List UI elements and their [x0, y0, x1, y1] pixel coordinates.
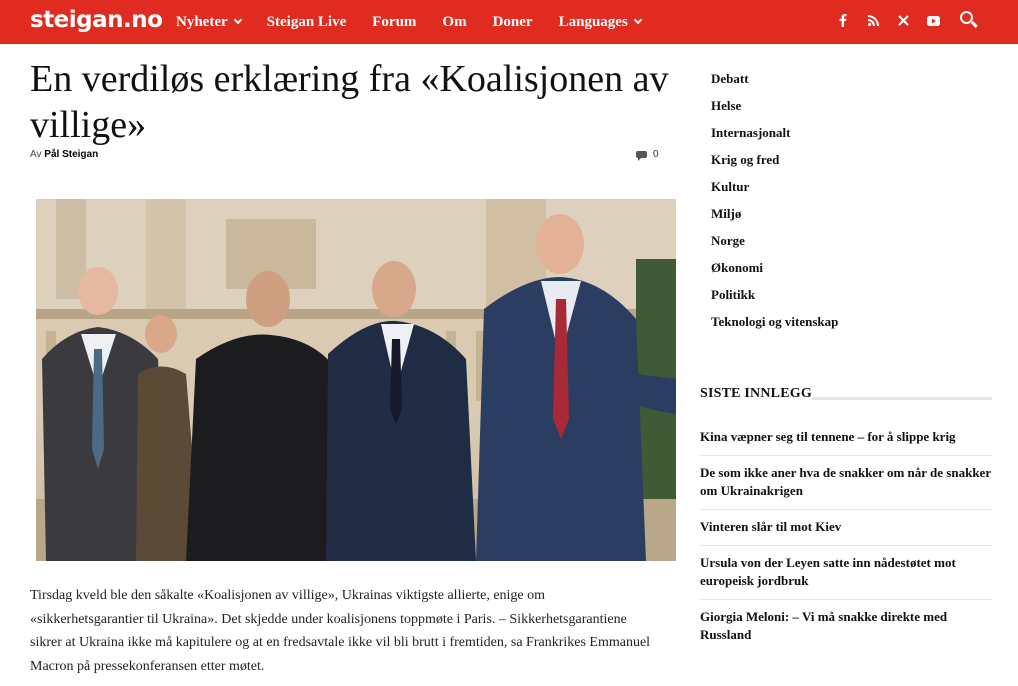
article-title: En verdiløs erklæring fra «Koalisjonen a… — [30, 58, 669, 146]
chevron-down-icon — [233, 15, 242, 25]
recent-posts-list: Kina væpner seg til tennene – for å slip… — [700, 420, 992, 653]
rss-icon[interactable] — [858, 15, 888, 29]
social-links — [828, 0, 948, 44]
site-header: steigan.no Nyheter Steigan Live Forum Om… — [0, 0, 1018, 44]
category-link[interactable]: Kultur — [711, 178, 838, 205]
recent-post-link[interactable]: De som ikke aner hva de snakker om når d… — [700, 456, 992, 510]
main-nav: Nyheter Steigan Live Forum Om Doner Lang… — [176, 0, 667, 44]
category-link[interactable]: Helse — [711, 97, 838, 124]
category-link[interactable]: Krig og fred — [711, 151, 838, 178]
comment-count-value: 0 — [653, 149, 659, 160]
nav-label: Nyheter — [176, 13, 228, 30]
youtube-icon[interactable] — [918, 15, 948, 29]
category-link[interactable]: Internasjonalt — [711, 124, 838, 151]
recent-post-link[interactable]: Giorgia Meloni: – Vi må snakke direkte m… — [700, 600, 992, 653]
nav-item-steigan-live[interactable]: Steigan Live — [267, 14, 347, 31]
recent-post-link[interactable]: Vinteren slår til mot Kiev — [700, 510, 992, 546]
author-link[interactable]: Pål Steigan — [44, 149, 98, 160]
site-logo[interactable]: steigan.no — [30, 7, 163, 33]
nav-label: Forum — [372, 13, 417, 30]
recent-posts-heading: SISTE INNLEGG — [700, 386, 812, 401]
byline: Av Pål Steigan — [30, 149, 98, 160]
comment-icon — [636, 151, 647, 161]
nav-item-nyheter[interactable]: Nyheter — [176, 13, 242, 31]
nav-label: Steigan Live — [266, 13, 347, 30]
category-link[interactable]: Teknologi og vitenskap — [711, 313, 838, 340]
comment-count[interactable]: 0 — [636, 149, 659, 161]
facebook-icon[interactable] — [828, 14, 858, 30]
search-icon[interactable] — [960, 11, 978, 31]
nav-label: Doner — [492, 13, 533, 30]
nav-label: Languages — [558, 13, 628, 30]
nav-item-languages[interactable]: Languages — [558, 13, 643, 31]
category-link[interactable]: Politikk — [711, 286, 838, 313]
recent-post-link[interactable]: Kina væpner seg til tennene – for å slip… — [700, 420, 992, 456]
x-icon[interactable] — [888, 15, 918, 29]
article-body: Tirsdag kveld ble den såkalte «Koalisjon… — [30, 588, 651, 674]
category-link[interactable]: Debatt — [711, 70, 838, 97]
article-photo — [36, 199, 676, 561]
chevron-down-icon — [633, 15, 643, 25]
nav-item-om[interactable]: Om — [442, 14, 466, 31]
nav-label: Om — [442, 13, 467, 30]
category-list: Debatt Helse Internasjonalt Krig og fred… — [711, 70, 838, 340]
nav-item-forum[interactable]: Forum — [372, 14, 416, 31]
category-link[interactable]: Miljø — [711, 205, 838, 232]
category-link[interactable]: Økonomi — [711, 259, 838, 286]
category-link[interactable]: Norge — [711, 232, 838, 259]
recent-post-link[interactable]: Ursula von der Leyen satte inn nådestøte… — [700, 546, 992, 600]
nav-item-doner[interactable]: Doner — [493, 14, 533, 31]
byline-prefix: Av — [30, 149, 42, 160]
